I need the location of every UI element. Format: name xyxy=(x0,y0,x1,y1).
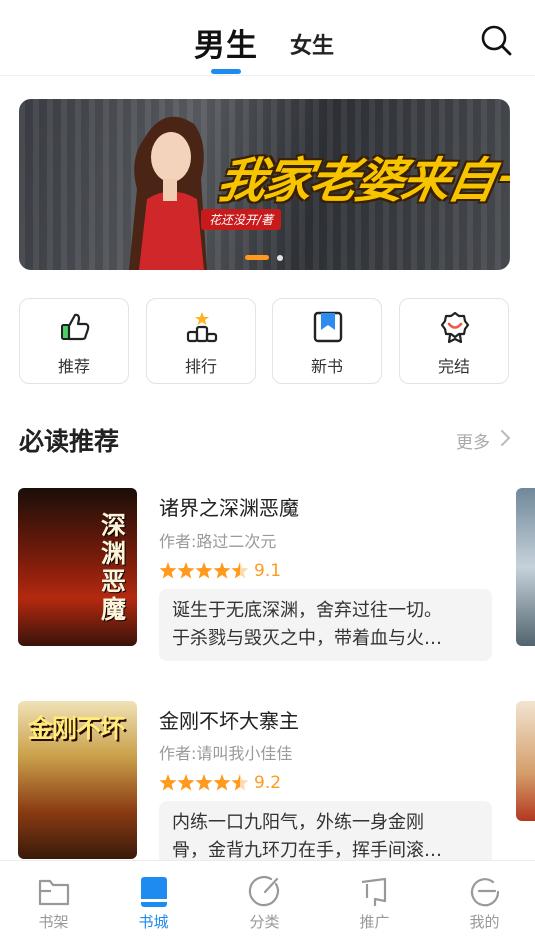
book-cover[interactable]: 深渊恶魔 xyxy=(18,488,137,646)
book-description-line: 诞生于无底深渊，舍弃过往一切。 xyxy=(172,600,442,621)
bookstore-icon xyxy=(141,877,167,907)
top-header: 男生 女生 xyxy=(0,0,535,76)
book-description-line: 于杀戮与毁灭之中，带着血与火… xyxy=(172,628,442,649)
medal-icon xyxy=(440,311,470,343)
banner-title: 我家老婆来自一千年前 xyxy=(213,153,510,209)
nav-new-books[interactable]: 新书 xyxy=(272,298,382,384)
category-icon xyxy=(248,876,279,907)
nav-completed-label: 完结 xyxy=(437,357,470,376)
tab-promote-label: 推广 xyxy=(359,913,390,931)
search-icon[interactable] xyxy=(478,22,514,58)
next-book-cover-peek[interactable] xyxy=(516,701,535,821)
promote-icon xyxy=(361,877,387,906)
promo-banner[interactable]: 我家老婆来自一千年前 花还没开/著 xyxy=(19,99,510,270)
podium-star-icon xyxy=(186,312,218,343)
bookshelf-icon xyxy=(38,879,70,906)
book-description-line: 内练一口九阳气，外练一身金刚 xyxy=(172,812,424,833)
book-author: 作者:路过二次元 xyxy=(159,532,277,551)
thumbs-up-icon xyxy=(61,313,90,341)
nav-recommend-label: 推荐 xyxy=(57,357,90,376)
book-score: 9.1 xyxy=(254,561,282,581)
tab-promote[interactable]: 推广 xyxy=(321,861,428,937)
more-link[interactable]: 更多 xyxy=(456,428,490,453)
book-score: 9.2 xyxy=(254,773,282,793)
book-author: 作者:请叫我小佳佳 xyxy=(159,744,293,763)
tab-male[interactable]: 男生 xyxy=(194,20,258,65)
tab-active-indicator xyxy=(211,69,241,74)
nav-ranking[interactable]: 排行 xyxy=(146,298,256,384)
section-title: 必读推荐 xyxy=(19,427,120,456)
tab-category[interactable]: 分类 xyxy=(211,861,318,937)
profile-icon xyxy=(470,878,500,907)
rating-stars xyxy=(159,562,249,579)
bookmark-book-icon xyxy=(313,311,343,343)
next-book-cover-peek[interactable] xyxy=(516,488,535,646)
bottom-tab-bar: 书架 书城 分类 推广 我的 xyxy=(0,860,535,937)
tab-female[interactable]: 女生 xyxy=(290,28,334,60)
tab-profile[interactable]: 我的 xyxy=(431,861,535,937)
tab-bookstore-label: 书城 xyxy=(138,913,169,931)
tab-bookshelf-label: 书架 xyxy=(38,913,69,931)
book-title[interactable]: 诸界之深渊恶魔 xyxy=(159,492,299,521)
chevron-right-icon[interactable] xyxy=(498,429,512,447)
banner-character-illustration xyxy=(129,116,207,270)
nav-ranking-label: 排行 xyxy=(184,357,217,376)
carousel-dot-active[interactable] xyxy=(245,255,269,260)
nav-recommend[interactable]: 推荐 xyxy=(19,298,129,384)
tab-bookstore[interactable]: 书城 xyxy=(100,861,207,937)
tab-profile-label: 我的 xyxy=(469,913,500,931)
book-description[interactable]: 诞生于无底深渊，舍弃过往一切。 于杀戮与毁灭之中，带着血与火… xyxy=(159,589,492,661)
tab-category-label: 分类 xyxy=(249,913,280,931)
cover-title-art: 金刚不坏 xyxy=(28,714,125,743)
banner-author: 花还没开/著 xyxy=(201,209,282,230)
rating-stars xyxy=(159,774,249,791)
carousel-dot[interactable] xyxy=(277,255,283,261)
nav-new-books-label: 新书 xyxy=(310,357,343,376)
book-title[interactable]: 金刚不坏大寨主 xyxy=(159,705,299,734)
book-cover[interactable]: 金刚不坏 xyxy=(18,701,137,859)
nav-completed[interactable]: 完结 xyxy=(399,298,509,384)
tab-bookshelf[interactable]: 书架 xyxy=(0,861,107,937)
cover-title-art: 深渊恶魔 xyxy=(101,511,127,624)
